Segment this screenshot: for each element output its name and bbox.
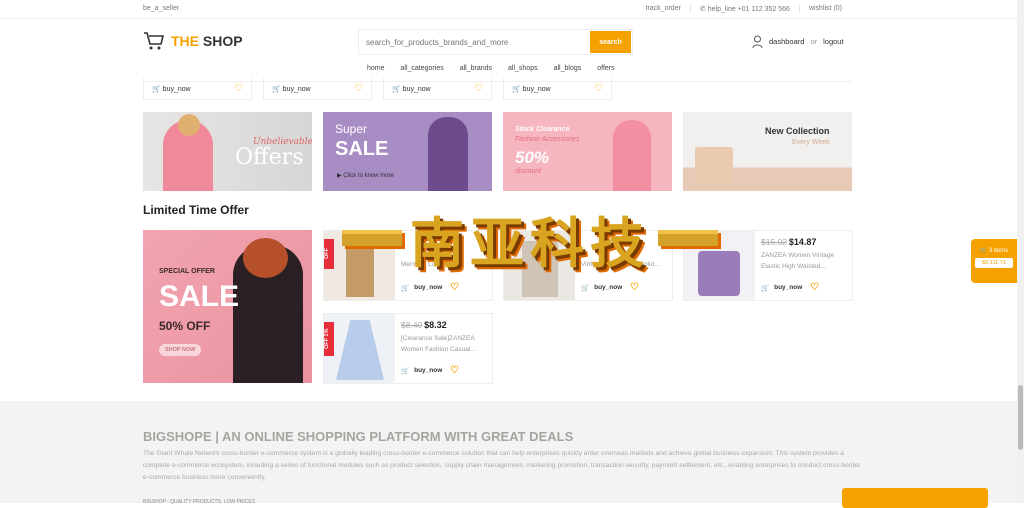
nav-offers[interactable]: offers (597, 65, 614, 72)
model-image (613, 120, 651, 191)
cart-icon: 🛒 (272, 85, 281, 93)
product-image: OFF 1% (324, 314, 395, 383)
nav-all-categories[interactable]: all_categories (401, 65, 444, 72)
top-bar: be_a_seller track_order ✆ help_line +01 … (0, 0, 1017, 19)
watermark-logo: 南亚科技 (290, 203, 770, 275)
product-card[interactable]: OFF 1% $8.40 $8.32 [Clearance Sale]ZANZEA… (323, 313, 493, 384)
cart-icon (144, 32, 165, 50)
chat-widget[interactable] (842, 488, 988, 508)
heart-icon[interactable]: ♡ (450, 282, 459, 293)
track-order-link[interactable]: track_order (637, 5, 690, 13)
model-head (178, 114, 200, 136)
heart-icon[interactable]: ♡ (810, 282, 819, 293)
wishlist-link[interactable]: wishlist (0) (798, 5, 851, 13)
be-a-seller-link[interactable]: be_a_seller (143, 5, 179, 12)
banner-super-sale[interactable]: Super SALE ▶ Click to know more (323, 112, 492, 191)
watermark-wing-right (658, 230, 718, 246)
cart-icon: 🛒 (761, 284, 770, 292)
play-icon: ▶ (337, 173, 342, 179)
product-card-footer: 🛒 buy_now ♡ (263, 78, 372, 100)
floating-cart[interactable]: 🛒 3 items $5,111.71 (971, 239, 1017, 283)
cart-icon: 🛒 (152, 85, 161, 93)
banner-new-collection[interactable]: New Collection Every Week (683, 112, 852, 191)
heart-icon[interactable]: ♡ (450, 365, 459, 376)
buy-now-button[interactable]: 🛒 buy_now (272, 85, 311, 93)
heart-icon[interactable]: ♡ (474, 83, 483, 94)
account-links: dashboard or logout (752, 35, 844, 48)
nav-all-blogs[interactable]: all_blogs (554, 65, 582, 72)
product-card-footer: 🛒 buy_now ♡ (143, 78, 252, 100)
footer-description: The Giant Whale Network cross-border e-c… (143, 450, 861, 481)
special-offer-banner[interactable]: SPECIAL OFFER SALE 50% OFF SHOP NOW (143, 230, 312, 383)
buy-now-button[interactable]: 🛒 buy_now (512, 85, 551, 93)
model-image (428, 117, 468, 191)
section-title: Limited Time Offer (143, 203, 249, 217)
heart-icon[interactable]: ♡ (354, 83, 363, 94)
footer-tagline: BIGSHOP - QUALITY PRODUCTS, LOW PRICES (143, 499, 256, 505)
search-bar: search (358, 29, 633, 55)
logout-link[interactable]: logout (823, 37, 843, 46)
watermark-wing-left (342, 230, 402, 246)
scrollbar-thumb[interactable] (1018, 385, 1023, 450)
or-text: or (810, 37, 818, 46)
nav-all-shops[interactable]: all_shops (508, 65, 538, 72)
buy-now-button[interactable]: 🛒 buy_now ♡ (401, 282, 459, 293)
search-button[interactable]: search (590, 31, 631, 53)
product-card-footer: 🛒 buy_now ♡ (383, 78, 492, 100)
model-hair (243, 238, 288, 278)
heart-icon[interactable]: ♡ (594, 83, 603, 94)
heart-icon[interactable]: ♡ (630, 282, 639, 293)
handbag-image (695, 147, 733, 185)
cart-icon: 🛒 (401, 284, 410, 292)
cart-icon: 🛒 (392, 85, 401, 93)
banner-stock-clearance[interactable]: Stock Clearance Fashion Accessories 50% … (503, 112, 672, 191)
scrollbar[interactable] (1017, 0, 1024, 503)
nav-all-brands[interactable]: all_brands (460, 65, 492, 72)
search-input[interactable] (359, 37, 590, 47)
product-card-footer: 🛒 buy_now ♡ (503, 78, 612, 100)
buy-now-button[interactable]: 🛒 buy_now ♡ (581, 282, 639, 293)
buy-now-button[interactable]: 🛒 buy_now ♡ (761, 282, 819, 293)
logo[interactable]: THE SHOP (143, 31, 243, 51)
shop-now-button[interactable]: SHOP NOW (159, 344, 202, 356)
main-nav: home all_categories all_brands all_shops… (367, 65, 615, 72)
banner-unbelievable-offers[interactable]: Unbelievable Offers (143, 112, 312, 191)
user-icon (752, 35, 763, 48)
footer-title: BIGSHOPE | AN ONLINE SHOPPING PLATFORM W… (143, 429, 574, 444)
nav-home[interactable]: home (367, 65, 385, 72)
discount-badge: OFF 1% (324, 322, 334, 356)
cart-icon: 🛒 (512, 85, 521, 93)
cart-icon: 🛒 (581, 284, 590, 292)
cart-icon: 🛒 (401, 367, 410, 375)
help-line: ✆ help_line +01 112 352 566 (689, 5, 799, 13)
buy-now-button[interactable]: 🛒 buy_now (392, 85, 431, 93)
dashboard-link[interactable]: dashboard (769, 37, 804, 46)
heart-icon[interactable]: ♡ (234, 83, 243, 94)
buy-now-button[interactable]: 🛒 buy_now (152, 85, 191, 93)
buy-now-button[interactable]: 🛒 buy_now ♡ (401, 365, 459, 376)
